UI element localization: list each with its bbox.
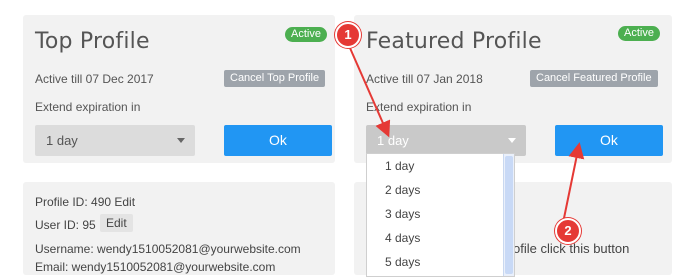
arrow-2: [562, 142, 585, 224]
annotation-marker-2: 2: [555, 218, 581, 244]
annotation-marker-1: 1: [335, 22, 361, 48]
arrow-1: [349, 47, 391, 138]
